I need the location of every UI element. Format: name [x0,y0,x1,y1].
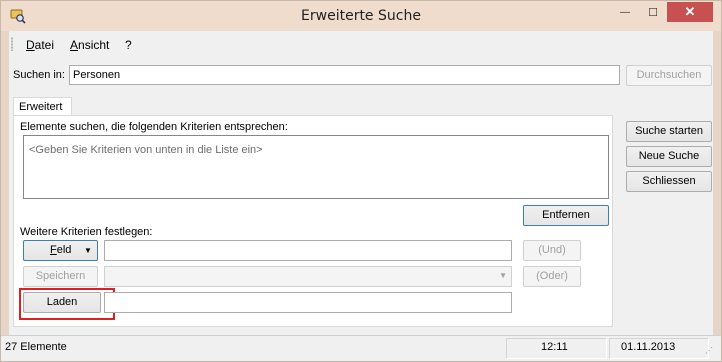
or-button[interactable]: (Oder) [523,266,581,287]
menu-grip[interactable] [11,37,13,51]
field-button-accel: F [50,244,57,256]
menu-bar: Datei Ansicht ? [9,31,713,57]
resize-grip-icon[interactable]: ⋰ [705,346,713,355]
minimize-icon: — [620,6,630,18]
search-in-field[interactable]: Personen [69,65,620,85]
menu-help[interactable]: ? [125,38,132,52]
close-window-button[interactable]: ✕ [667,2,713,22]
and-button[interactable]: (Und) [523,240,581,261]
status-time: 12:11 [541,341,568,353]
field-dropdown-button[interactable]: Feld ▼ [23,240,98,261]
menu-datei[interactable]: Datei [26,38,54,52]
minimize-button[interactable]: — [611,2,639,22]
maximize-button[interactable]: ☐ [639,2,667,22]
saved-searches-combo[interactable]: ▼ [104,266,512,287]
menu-ansicht-accel: A [70,38,79,52]
menu-datei-label: atei [34,38,55,52]
client-area: Datei Ansicht ? Suchen in: Personen Durc… [9,31,713,355]
maximize-icon: ☐ [648,6,658,19]
close-button[interactable]: Schliessen [626,171,712,192]
more-criteria-heading: Weitere Kriterien festlegen: [20,226,153,238]
tab-erweitert[interactable]: Erweitert [13,97,72,116]
combo-chevron-down-icon: ▼ [499,271,507,280]
close-icon: ✕ [684,4,696,19]
title-bar[interactable]: Erweiterte Suche — ☐ ✕ [1,1,721,31]
menu-ansicht-label: nsicht [78,38,110,52]
start-search-button[interactable]: Suche starten [626,121,712,142]
status-count: 27 Elemente [5,341,67,353]
chevron-down-icon: ▼ [84,246,92,255]
field-value-input[interactable] [104,240,512,261]
status-date: 01.11.2013 [621,341,676,353]
load-value-input[interactable] [104,292,512,313]
menu-help-label: ? [125,38,132,52]
load-button[interactable]: Laden [23,292,101,313]
criteria-list-placeholder: <Geben Sie Kriterien von unten in die Li… [29,144,263,156]
remove-button[interactable]: Entfernen [523,205,609,226]
menu-ansicht[interactable]: Ansicht [70,38,109,52]
menu-datei-accel: D [26,38,35,52]
save-button[interactable]: Speichern [23,266,98,287]
search-in-label: Suchen in: [13,69,65,81]
search-window: Erweiterte Suche — ☐ ✕ Datei Ansicht ? S… [0,0,722,362]
criteria-heading: Elemente suchen, die folgenden Kriterien… [20,121,288,133]
new-search-button[interactable]: Neue Suche [626,146,712,167]
criteria-list[interactable]: <Geben Sie Kriterien von unten in die Li… [23,135,609,199]
status-bar: 27 Elemente 12:11 01.11.2013 ⋰ [1,335,721,361]
field-button-label: eld [56,244,72,256]
browse-button[interactable]: Durchsuchen [626,65,712,86]
